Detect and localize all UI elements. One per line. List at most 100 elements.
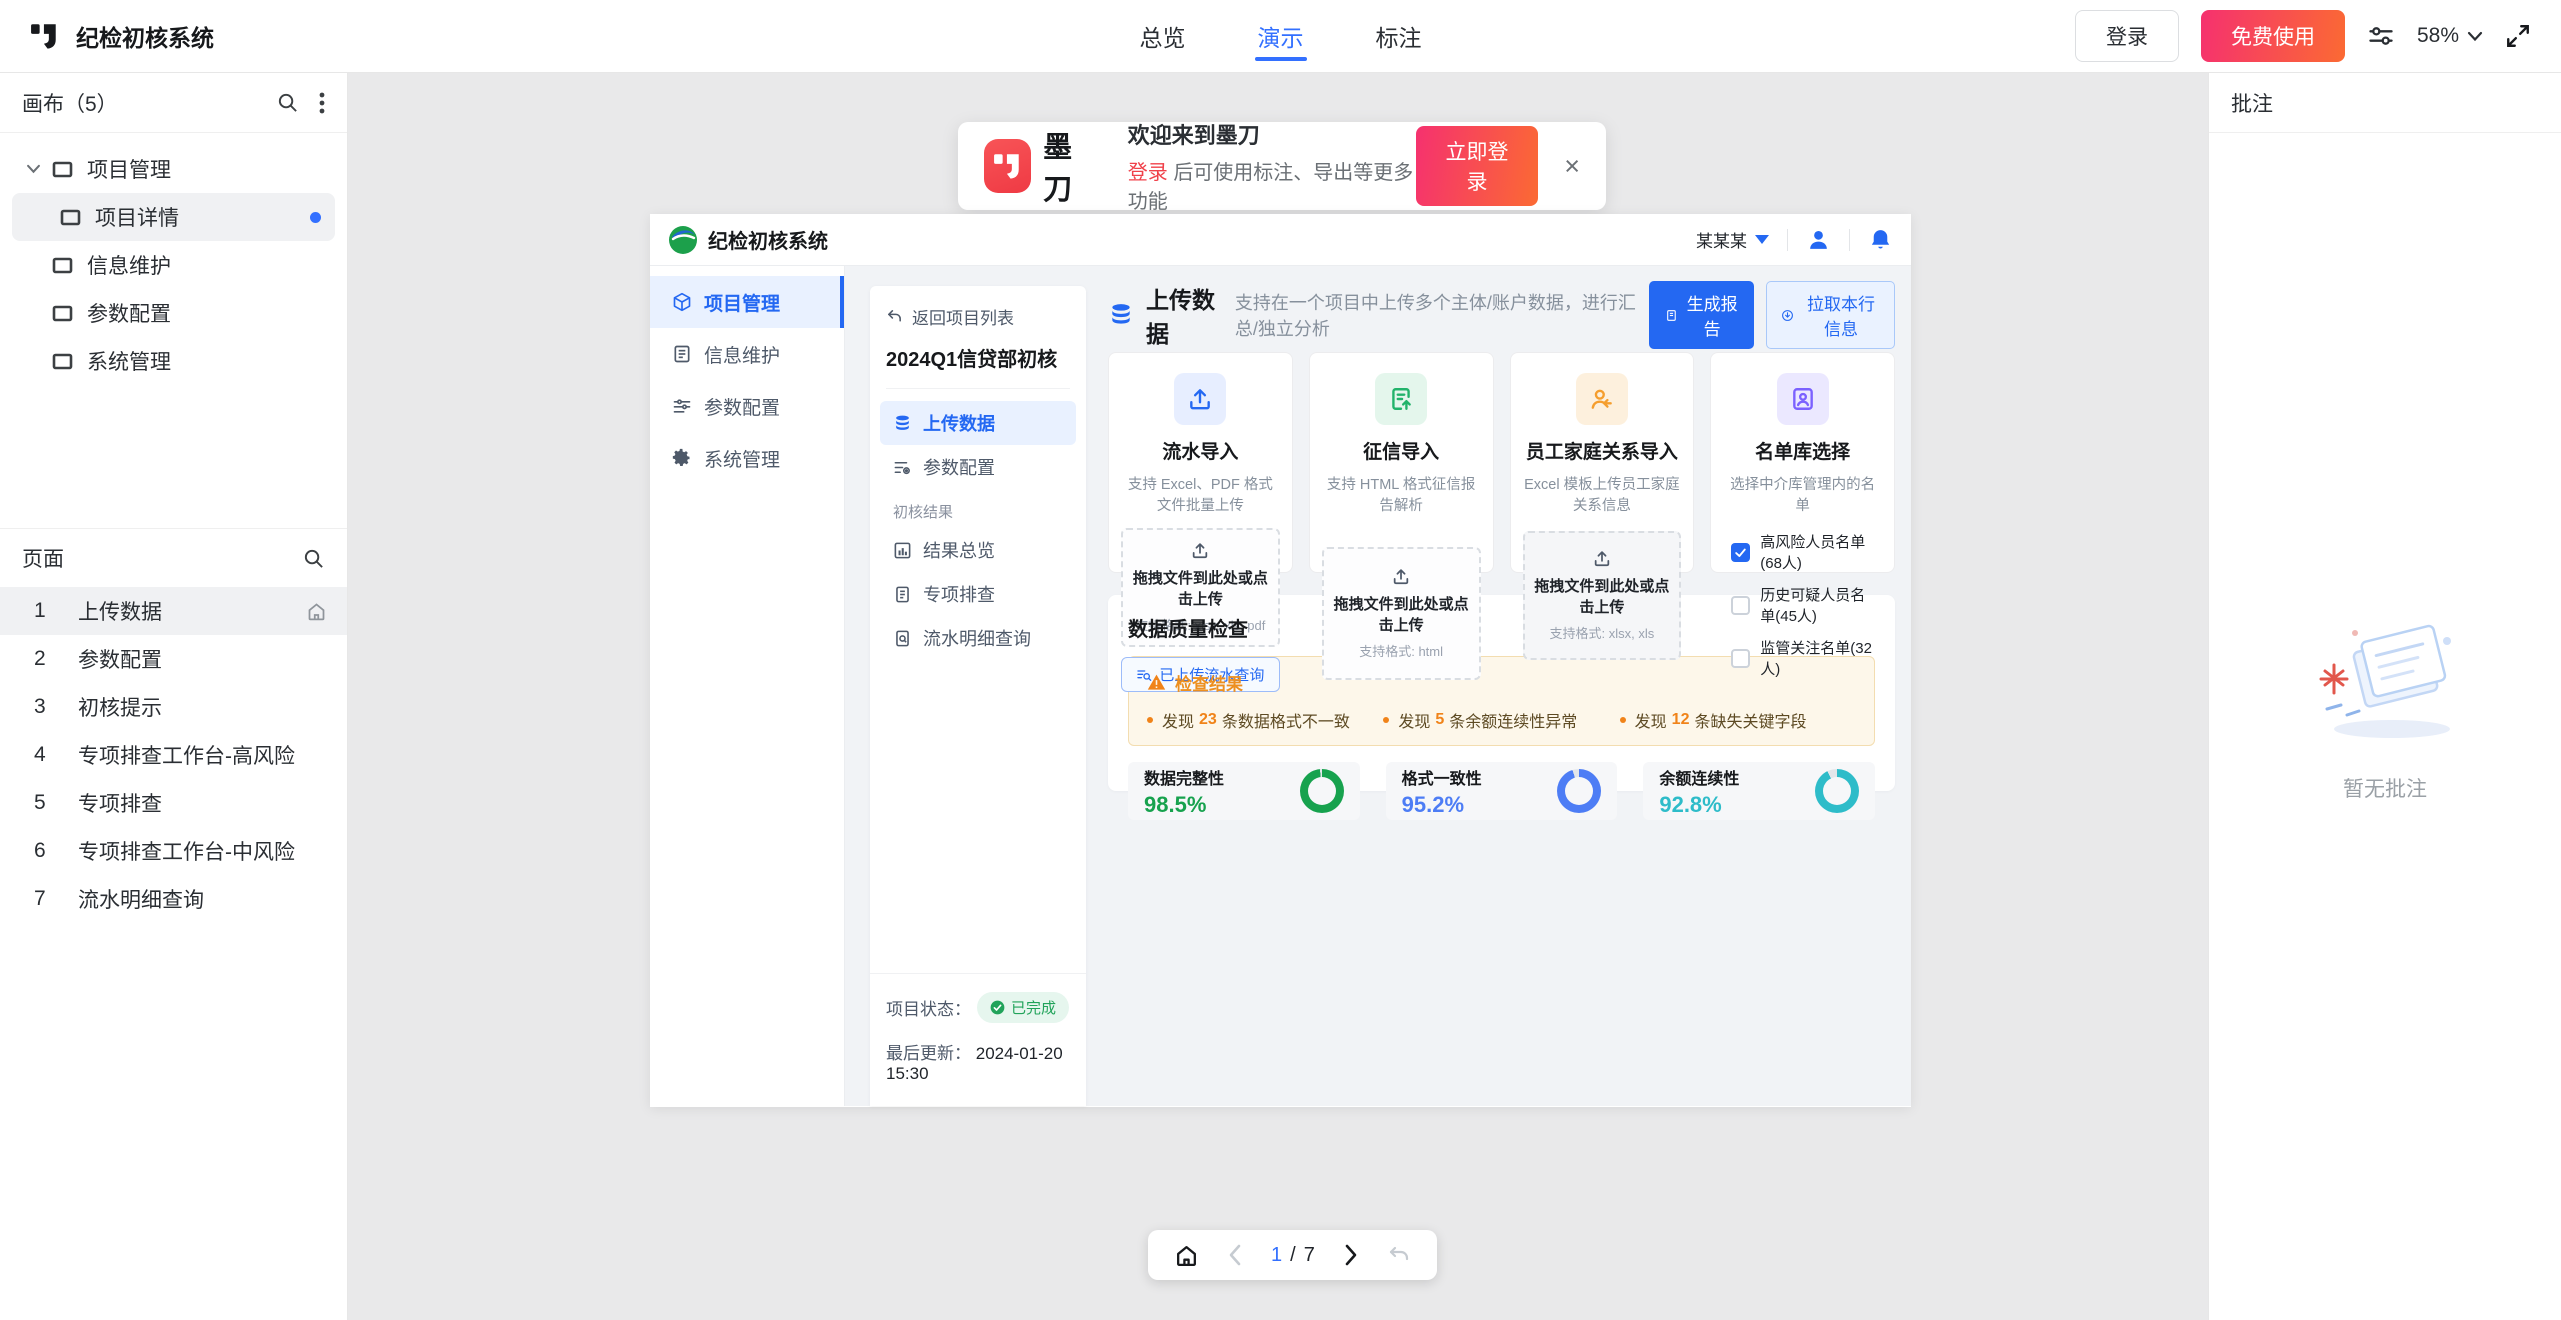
check-result-label: 检查结果 — [1175, 670, 1243, 695]
user-menu[interactable]: 某某某 — [1696, 227, 1769, 252]
metric-consistency: 格式一致性 95.2% — [1386, 762, 1618, 820]
frame-icon — [52, 353, 73, 370]
page-item-6[interactable]: 6 专项排查工作台-中风险 — [0, 827, 347, 875]
check-circle-icon — [990, 1000, 1005, 1015]
pull-bank-info-button[interactable]: 拉取本行信息 — [1766, 281, 1895, 349]
tree-item-param-config[interactable]: 参数配置 — [12, 289, 335, 337]
fullscreen-icon[interactable] — [2505, 23, 2531, 49]
document-icon — [672, 344, 692, 364]
database-icon — [1108, 302, 1134, 328]
search-icon[interactable] — [276, 91, 299, 114]
empty-notes-illustration — [2297, 613, 2473, 745]
card-desc: 支持 HTML 格式征信报告解析 — [1322, 473, 1481, 515]
tab-overview[interactable]: 总览 — [1140, 0, 1186, 73]
zoom-control[interactable]: 58% — [2417, 24, 2483, 48]
back-to-projects[interactable]: 返回项目列表 — [886, 304, 1070, 329]
menu-item-special-check[interactable]: 专项排查 — [880, 572, 1076, 616]
home-icon[interactable] — [1174, 1243, 1199, 1268]
tree-item-label: 项目管理 — [87, 154, 171, 184]
tree-item-system-mgmt[interactable]: 系统管理 — [12, 337, 335, 385]
checkbox-checked-icon[interactable] — [1731, 543, 1750, 562]
status-badge: 已完成 — [977, 992, 1069, 1023]
page-number: 6 — [34, 839, 78, 863]
tab-present[interactable]: 演示 — [1258, 0, 1304, 73]
checkbox-icon[interactable] — [1731, 596, 1750, 615]
card-title: 名单库选择 — [1723, 437, 1882, 464]
sliders-gear-icon — [893, 458, 912, 477]
tree-item-project-detail[interactable]: 项目详情 — [12, 193, 335, 241]
nav-item-info-maintain[interactable]: 信息维护 — [650, 328, 844, 380]
topbar-actions: 登录 免费使用 58% — [2075, 10, 2531, 62]
replay-icon[interactable] — [1387, 1243, 1411, 1267]
app-header: 纪检初核系统 某某某 — [650, 214, 1911, 266]
generate-report-button[interactable]: 生成报告 — [1649, 281, 1754, 349]
page-item-5[interactable]: 5 专项排查 — [0, 779, 347, 827]
dropzone-credit[interactable]: 拖拽文件到此处或点击上传 支持格式: html — [1322, 547, 1481, 680]
app-title: 纪检初核系统 — [76, 19, 214, 53]
upload-icon — [1190, 541, 1210, 560]
menu-item-upload-data[interactable]: 上传数据 — [880, 401, 1076, 445]
dropzone-title: 拖拽文件到此处或点击上传 — [1129, 567, 1272, 609]
close-icon[interactable]: × — [1564, 153, 1580, 180]
page-item-4[interactable]: 4 专项排查工作台-高风险 — [0, 731, 347, 779]
kebab-menu-icon[interactable] — [319, 91, 325, 115]
card-title: 征信导入 — [1322, 437, 1481, 464]
nav-item-system-mgmt[interactable]: 系统管理 — [650, 432, 844, 484]
page-label: 参数配置 — [78, 644, 162, 674]
pages-list: 1 上传数据 2 参数配置 3 初核提示 4 专项排查工作台-高风险 5 专项排… — [0, 587, 347, 923]
canvas-count-label: 画布（5） — [22, 88, 118, 118]
free-use-button[interactable]: 免费使用 — [2201, 10, 2345, 62]
back-label: 返回项目列表 — [912, 304, 1014, 329]
canvas-panel-header: 画布（5） — [0, 73, 347, 133]
brand-name: 墨刀 — [1043, 124, 1094, 208]
nav-item-param-config[interactable]: 参数配置 — [650, 380, 844, 432]
prev-page-icon[interactable] — [1227, 1243, 1243, 1267]
login-link[interactable]: 登录 — [1128, 162, 1168, 184]
page-item-2[interactable]: 2 参数配置 — [0, 635, 347, 683]
login-now-button[interactable]: 立即登录 — [1416, 126, 1538, 206]
nav-item-project-mgmt[interactable]: 项目管理 — [650, 276, 844, 328]
settings-sliders-icon[interactable] — [2367, 22, 2395, 50]
page-item-3[interactable]: 3 初核提示 — [0, 683, 347, 731]
comments-empty-state: 暂无批注 — [2209, 613, 2561, 803]
page-label: 专项排查 — [78, 788, 162, 818]
menu-item-param-config[interactable]: 参数配置 — [880, 445, 1076, 489]
menu-item-flow-detail[interactable]: 流水明细查询 — [880, 616, 1076, 660]
tree-item-info-maintain[interactable]: 信息维护 — [12, 241, 335, 289]
page-item-7[interactable]: 7 流水明细查询 — [0, 875, 347, 923]
finding-missing: 发现 12 条缺失关键字段 — [1620, 708, 1856, 732]
chevron-down-icon[interactable] — [26, 164, 52, 174]
nav-label: 项目管理 — [704, 289, 780, 316]
search-icon[interactable] — [302, 547, 325, 570]
donut-ring — [1300, 769, 1344, 813]
dropzone-family[interactable]: 拖拽文件到此处或点击上传 支持格式: xlsx, xls — [1523, 531, 1682, 660]
banner-title: 欢迎来到墨刀 — [1128, 118, 1416, 150]
cube-icon — [672, 292, 692, 312]
comments-title: 批注 — [2231, 88, 2273, 118]
option-history-suspect[interactable]: 历史可疑人员名单(45人) — [1731, 584, 1874, 626]
login-button[interactable]: 登录 — [2075, 10, 2179, 62]
menu-item-result-overview[interactable]: 结果总览 — [880, 528, 1076, 572]
next-page-icon[interactable] — [1343, 1243, 1359, 1267]
app-body: 项目管理 信息维护 参数配置 — [650, 266, 1911, 1106]
user-icon[interactable] — [1806, 227, 1831, 252]
page-number: 5 — [34, 791, 78, 815]
card-title: 流水导入 — [1121, 437, 1280, 464]
checkbox-icon[interactable] — [1731, 649, 1750, 668]
quality-metrics: 数据完整性 98.5% 格式一致性 95.2% — [1128, 762, 1875, 820]
tab-annotate[interactable]: 标注 — [1376, 0, 1422, 73]
tree-item-project-mgmt[interactable]: 项目管理 — [12, 145, 335, 193]
gear-icon — [672, 448, 692, 468]
pages-section: 页面 1 上传数据 2 参数配置 3 初核提示 4 — [0, 528, 347, 923]
page-item-1[interactable]: 1 上传数据 — [0, 587, 347, 635]
bell-icon[interactable] — [1868, 227, 1893, 252]
presentation-canvas[interactable]: 墨刀 欢迎来到墨刀 登录 后可使用标注、导出等更多功能 立即登录 × 纪检初核系… — [348, 73, 2208, 1320]
sliders-icon — [672, 396, 692, 416]
pages-header: 页面 — [0, 529, 347, 587]
option-high-risk[interactable]: 高风险人员名单(68人) — [1731, 531, 1874, 573]
pages-label: 页面 — [22, 543, 64, 573]
option-regulator-watch[interactable]: 监管关注名单(32人) — [1731, 637, 1874, 679]
upload-icon — [1592, 549, 1612, 568]
back-arrow-icon — [886, 308, 903, 325]
download-icon — [1781, 307, 1794, 324]
